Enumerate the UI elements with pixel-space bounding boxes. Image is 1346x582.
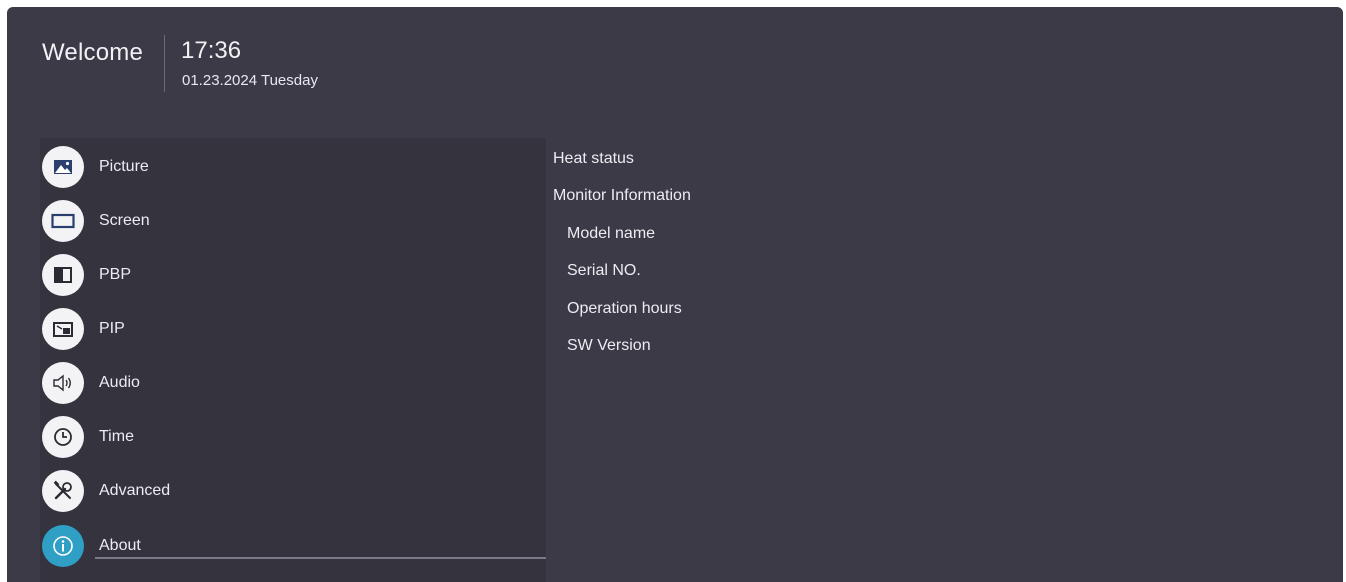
menu-label-picture: Picture <box>99 158 149 175</box>
heat-status-item[interactable]: Heat status <box>553 150 634 168</box>
clock-date: 01.23.2024 Tuesday <box>182 72 318 89</box>
model-name-item: Model name <box>567 225 656 242</box>
menu-item-pbp[interactable]: PBP <box>40 251 546 299</box>
menu-item-screen[interactable]: Screen <box>40 197 546 245</box>
speaker-icon <box>42 362 84 404</box>
menu-item-pip[interactable]: PIP <box>40 305 546 353</box>
pip-icon <box>42 308 84 350</box>
menu-label-about: About <box>99 537 141 554</box>
menu-item-time[interactable]: Time <box>40 413 546 461</box>
info-icon <box>42 525 84 567</box>
menu-item-advanced[interactable]: Advanced <box>40 467 546 515</box>
menu-panel: Picture Screen PBP PIP Audio Time Advanc… <box>40 138 546 582</box>
menu-label-pbp: PBP <box>99 266 132 283</box>
menu-label-advanced: Advanced <box>99 482 171 499</box>
welcome-title: Welcome <box>42 39 143 66</box>
sw-version-item: SW Version <box>567 337 651 354</box>
menu-label-time: Time <box>99 428 134 445</box>
clock-time: 17:36 <box>181 37 242 64</box>
menu-label-screen: Screen <box>99 212 150 229</box>
operation-hours-item: Operation hours <box>567 300 682 317</box>
clock-icon <box>42 416 84 458</box>
picture-icon <box>42 146 84 188</box>
osd-screen: Welcome 17:36 01.23.2024 Tuesday Picture <box>7 7 1343 582</box>
menu-item-audio[interactable]: Audio <box>40 359 546 407</box>
menu-label-audio: Audio <box>99 374 140 391</box>
menu-item-picture[interactable]: Picture <box>40 143 546 191</box>
screen-icon <box>42 200 84 242</box>
menu-label-pip: PIP <box>99 320 125 337</box>
menu-item-about[interactable]: About <box>40 522 546 570</box>
pbp-icon <box>42 254 84 296</box>
serial-no-item: Serial NO. <box>567 262 641 279</box>
monitor-information-heading: Monitor Information <box>553 187 691 204</box>
selection-underline <box>95 557 546 559</box>
header: Welcome 17:36 01.23.2024 Tuesday <box>7 7 1343 127</box>
tools-icon <box>42 470 84 512</box>
header-divider <box>164 35 165 92</box>
